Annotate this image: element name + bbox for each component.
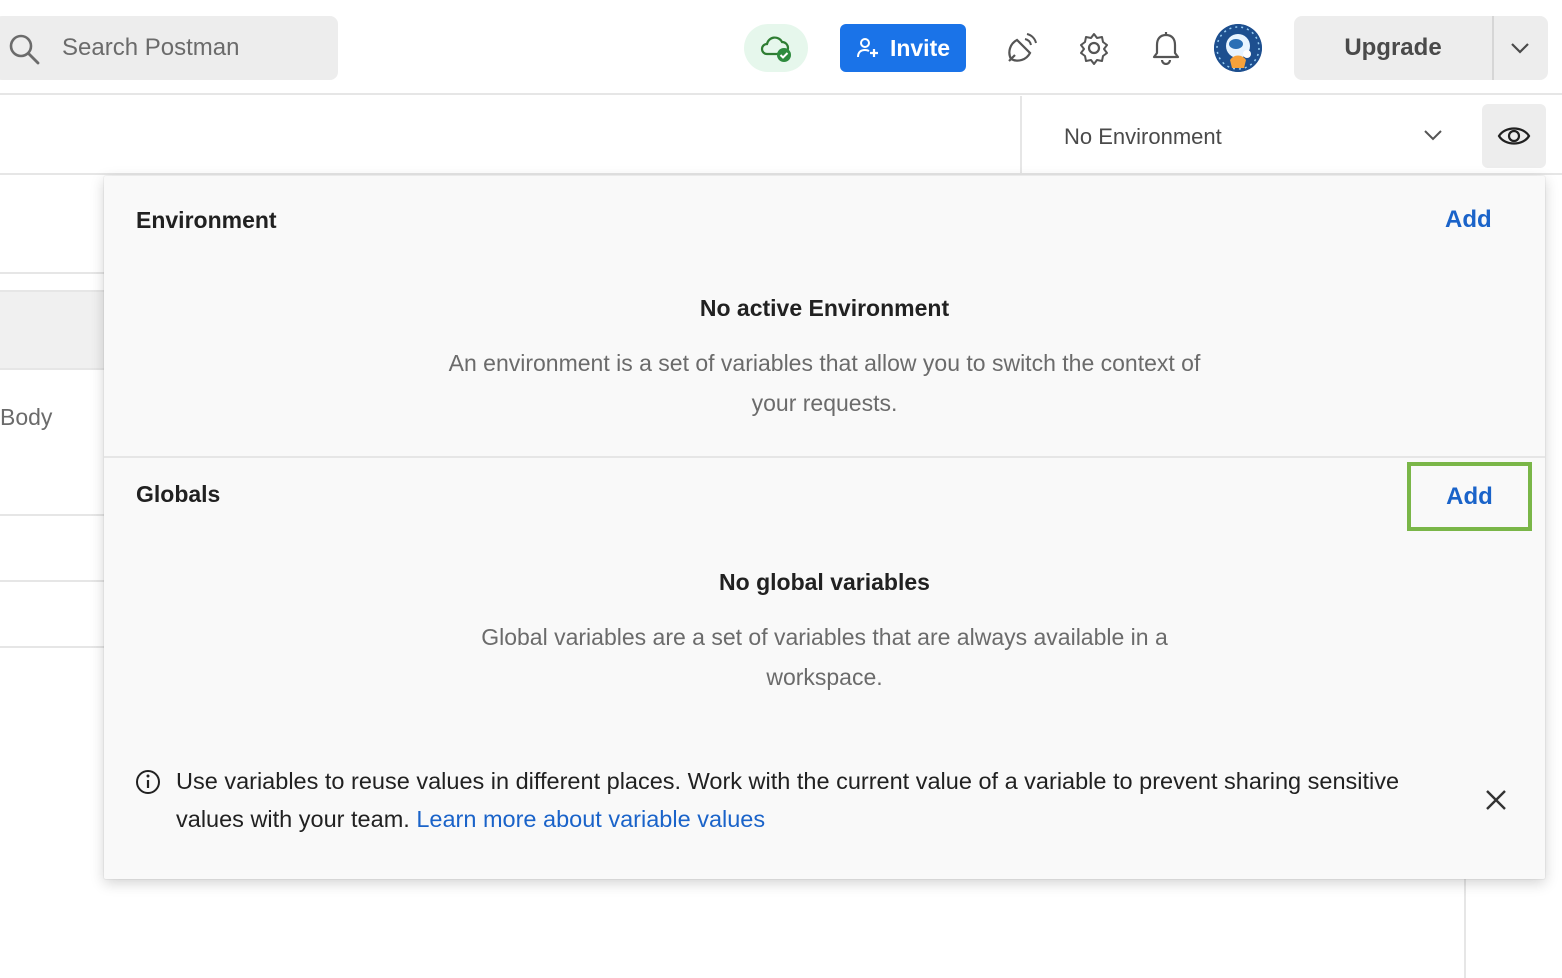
section-divider — [104, 456, 1545, 458]
add-user-icon — [856, 38, 878, 58]
top-bar: Search Postman Invite Upgrade — [0, 0, 1562, 95]
environment-empty-title: No active Environment — [699, 295, 950, 321]
background-divider — [0, 272, 104, 274]
background-tab-strip — [0, 290, 104, 370]
background-divider — [0, 580, 104, 582]
environment-empty-description: An environment is a set of variables tha… — [448, 350, 1201, 416]
body-tab-fragment[interactable]: Body — [0, 404, 52, 431]
astronaut-avatar-icon — [1214, 24, 1262, 72]
chevron-down-icon — [1424, 130, 1442, 141]
globals-section-title: Globals — [136, 481, 221, 507]
cloud-check-icon — [760, 36, 791, 62]
upgrade-button-group: Upgrade — [1294, 16, 1548, 80]
learn-more-link[interactable]: Learn more about variable values — [416, 806, 765, 832]
environment-selector[interactable]: No Environment — [1020, 96, 1470, 175]
environment-quick-look-popover: Environment Add No active Environment An… — [104, 176, 1545, 879]
settings-button[interactable] — [1074, 28, 1114, 68]
add-environment-button[interactable]: Add — [1445, 206, 1492, 234]
variables-info-text: Use variables to reuse values in differe… — [176, 768, 1400, 832]
bell-icon — [1152, 32, 1180, 65]
upgrade-button[interactable]: Upgrade — [1294, 16, 1492, 80]
environment-quick-look-button[interactable] — [1482, 104, 1546, 168]
environment-selector-value: No Environment — [1064, 124, 1222, 149]
globals-empty-title: No global variables — [719, 569, 930, 595]
avatar[interactable] — [1214, 24, 1262, 72]
notifications-button[interactable] — [1146, 28, 1186, 68]
invite-button[interactable]: Invite — [840, 24, 966, 72]
chevron-down-icon[interactable] — [1506, 36, 1534, 60]
gear-icon — [1080, 33, 1108, 65]
eye-icon — [1497, 127, 1531, 145]
search-icon — [9, 34, 40, 65]
variables-info-message: Use variables to reuse values in differe… — [176, 762, 1436, 838]
background-divider — [1464, 878, 1466, 978]
search-placeholder: Search Postman — [62, 34, 240, 61]
sync-status-button[interactable] — [744, 24, 808, 72]
satellite-icon — [1008, 33, 1037, 62]
add-globals-highlight: Add — [1407, 462, 1532, 531]
invite-label: Invite — [889, 34, 951, 61]
environment-section-title: Environment — [136, 207, 277, 233]
search-input[interactable]: Search Postman — [0, 16, 338, 80]
background-divider — [0, 514, 104, 516]
close-icon[interactable] — [1482, 786, 1510, 814]
upgrade-divider — [1492, 16, 1494, 80]
satellite-button[interactable] — [1002, 28, 1042, 68]
info-icon — [136, 770, 160, 794]
globals-empty-description: Global variables are a set of variables … — [481, 624, 1168, 690]
background-divider — [0, 646, 104, 648]
add-globals-button[interactable]: Add — [1446, 483, 1493, 511]
